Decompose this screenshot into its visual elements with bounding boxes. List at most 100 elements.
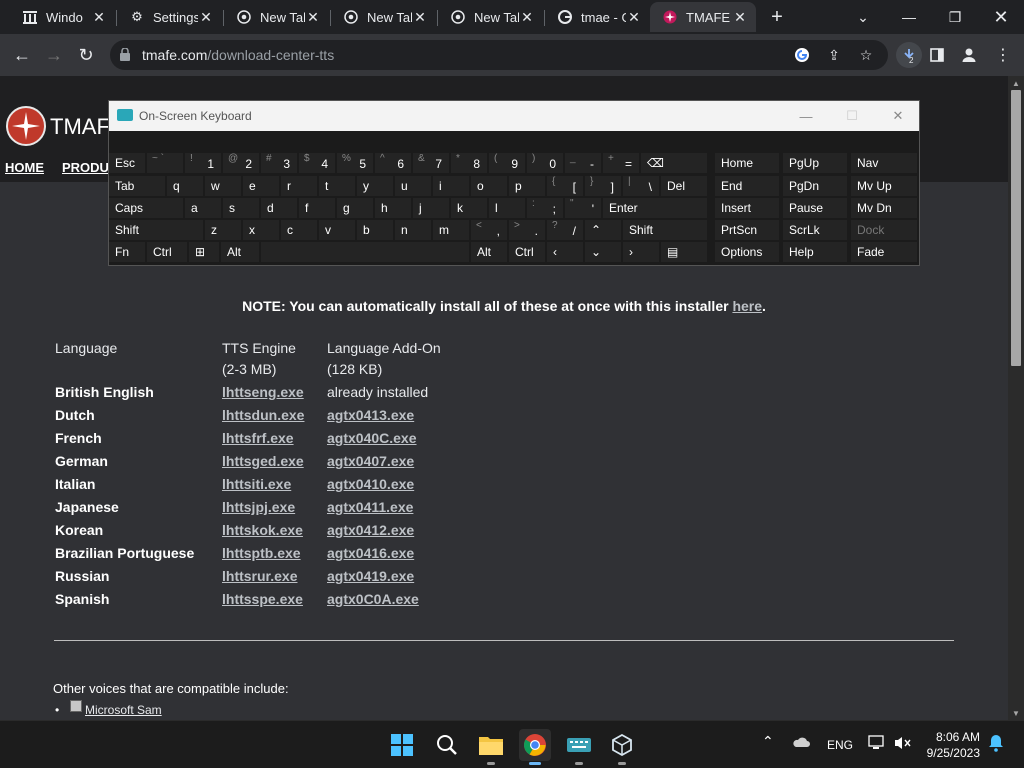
addon-download-link[interactable]: agtx0407.exe	[327, 453, 487, 469]
back-icon[interactable]: ←	[8, 41, 36, 69]
osk-key[interactable]: r	[281, 176, 317, 196]
language-indicator[interactable]: ENG	[827, 738, 853, 752]
osk-key[interactable]: n	[395, 220, 431, 240]
forward-icon[interactable]: →	[40, 41, 68, 69]
tab-new-tab-3[interactable]: New Tab ✕	[438, 2, 543, 32]
site-logo[interactable]	[6, 106, 46, 146]
osk-key[interactable]: <,	[471, 220, 507, 240]
osk-key[interactable]: PgUp	[783, 153, 847, 173]
osk-key[interactable]: d	[261, 198, 297, 218]
osk-key[interactable]: w	[205, 176, 241, 196]
close-window-icon[interactable]: ✕	[978, 0, 1024, 34]
file-explorer-icon[interactable]	[475, 729, 507, 765]
osk-key[interactable]: $4	[299, 153, 335, 173]
osk-key[interactable]: ▤	[661, 242, 707, 262]
scroll-thumb[interactable]	[1011, 90, 1021, 366]
onedrive-icon[interactable]	[792, 735, 810, 752]
installer-link[interactable]: here	[732, 298, 762, 314]
scroll-down-arrow-icon[interactable]: ▼	[1008, 706, 1024, 720]
engine-download-link[interactable]: lhttsfrf.exe	[222, 430, 327, 446]
osk-key[interactable]: End	[715, 176, 779, 196]
share-icon[interactable]: ⇪	[824, 45, 844, 65]
tab-windows[interactable]: Windo ✕	[10, 2, 115, 32]
osk-key[interactable]: Caps	[109, 198, 183, 218]
volume-muted-icon[interactable]	[894, 735, 912, 754]
osk-key[interactable]: y	[357, 176, 393, 196]
osk-key[interactable]: * 8	[451, 153, 487, 173]
osk-key[interactable]: p	[509, 176, 545, 196]
osk-key[interactable]: c	[281, 220, 317, 240]
osk-key[interactable]: Shift	[623, 220, 707, 240]
engine-download-link[interactable]: lhttsptb.exe	[222, 545, 327, 561]
osk-key[interactable]: ? /	[547, 220, 583, 240]
close-tab-icon[interactable]: ✕	[412, 9, 428, 25]
osk-key[interactable]: ‹	[547, 242, 583, 262]
scroll-up-arrow-icon[interactable]: ▲	[1008, 76, 1024, 90]
osk-key[interactable]: Insert	[715, 198, 779, 218]
osk-key[interactable]: o	[471, 176, 507, 196]
osk-key[interactable]: :;	[527, 198, 563, 218]
more-menu-icon[interactable]: ⋮	[992, 44, 1014, 66]
osk-key[interactable]: " '	[565, 198, 601, 218]
minimize-icon[interactable]: —	[886, 0, 932, 34]
chrome-taskbar-icon[interactable]	[519, 729, 551, 765]
osk-key[interactable]: b	[357, 220, 393, 240]
addon-download-link[interactable]: agtx0410.exe	[327, 476, 487, 492]
tab-tmae-google[interactable]: tmae - G ✕	[545, 2, 650, 32]
osk-key[interactable]: g	[337, 198, 373, 218]
close-tab-icon[interactable]: ✕	[305, 9, 321, 25]
osk-key[interactable]: s	[223, 198, 259, 218]
start-button-icon[interactable]	[386, 729, 418, 761]
osk-key[interactable]	[261, 242, 469, 262]
osk-key[interactable]: ⌄	[585, 242, 621, 262]
osk-key[interactable]: k	[451, 198, 487, 218]
bookmark-star-icon[interactable]: ☆	[856, 45, 876, 65]
page-scrollbar[interactable]: ▲ ▼	[1008, 76, 1024, 720]
osk-key[interactable]: ›	[623, 242, 659, 262]
search-icon[interactable]	[431, 729, 463, 761]
osk-key[interactable]: ) 0	[527, 153, 563, 173]
maximize-icon[interactable]: ☐	[837, 106, 867, 126]
engine-download-link[interactable]: lhttsrur.exe	[222, 568, 327, 584]
osk-key[interactable]: ScrLk	[783, 220, 847, 240]
osk-key[interactable]: Dock	[851, 220, 917, 240]
osk-key[interactable]: Tab	[109, 176, 165, 196]
lock-icon[interactable]	[120, 47, 130, 66]
engine-download-link[interactable]: lhttsspe.exe	[222, 591, 327, 607]
osk-key[interactable]: Ctrl	[147, 242, 187, 262]
osk-key[interactable]: m	[433, 220, 469, 240]
new-tab-icon[interactable]: +	[766, 6, 788, 28]
osk-key[interactable]: Ctrl	[509, 242, 545, 262]
addon-download-link[interactable]: agtx040C.exe	[327, 430, 487, 446]
system-clock[interactable]: 8:06 AM 9/25/2023	[918, 729, 980, 761]
osk-key[interactable]: v	[319, 220, 355, 240]
osk-key[interactable]: j	[413, 198, 449, 218]
close-tab-icon[interactable]: ✕	[91, 9, 107, 25]
osk-key[interactable]: t	[319, 176, 355, 196]
osk-key[interactable]: i	[433, 176, 469, 196]
close-icon[interactable]: ✕	[883, 106, 913, 126]
osk-key[interactable]: PrtScn	[715, 220, 779, 240]
osk-key[interactable]: ⌃	[585, 220, 621, 240]
osk-key[interactable]: Enter	[603, 198, 707, 218]
addon-download-link[interactable]: agtx0411.exe	[327, 499, 487, 515]
reload-icon[interactable]: ↻	[72, 41, 100, 69]
osk-titlebar[interactable]: On-Screen Keyboard — ☐ ✕	[109, 101, 919, 131]
addon-download-link[interactable]: agtx0413.exe	[327, 407, 487, 423]
osk-key[interactable]: e	[243, 176, 279, 196]
engine-download-link[interactable]: lhttseng.exe	[222, 384, 327, 400]
microsoft-sam-link[interactable]: Microsoft Sam	[85, 703, 162, 717]
osk-key[interactable]: z	[205, 220, 241, 240]
osk-key[interactable]: Fn	[109, 242, 145, 262]
osk-key[interactable]: Del	[661, 176, 707, 196]
osk-key[interactable]: Alt	[471, 242, 507, 262]
tab-settings[interactable]: ⚙ Settings ✕	[117, 2, 222, 32]
osk-key[interactable]: Home	[715, 153, 779, 173]
on-screen-keyboard-taskbar-icon[interactable]	[563, 729, 595, 765]
osk-key[interactable]: % 5	[337, 153, 373, 173]
addon-download-link[interactable]: agtx0C0A.exe	[327, 591, 487, 607]
side-panel-icon[interactable]	[926, 44, 948, 66]
osk-key[interactable]: ! 1	[185, 153, 221, 173]
close-tab-icon[interactable]: ✕	[626, 9, 642, 25]
nav-products-link[interactable]: PRODU	[62, 160, 109, 175]
